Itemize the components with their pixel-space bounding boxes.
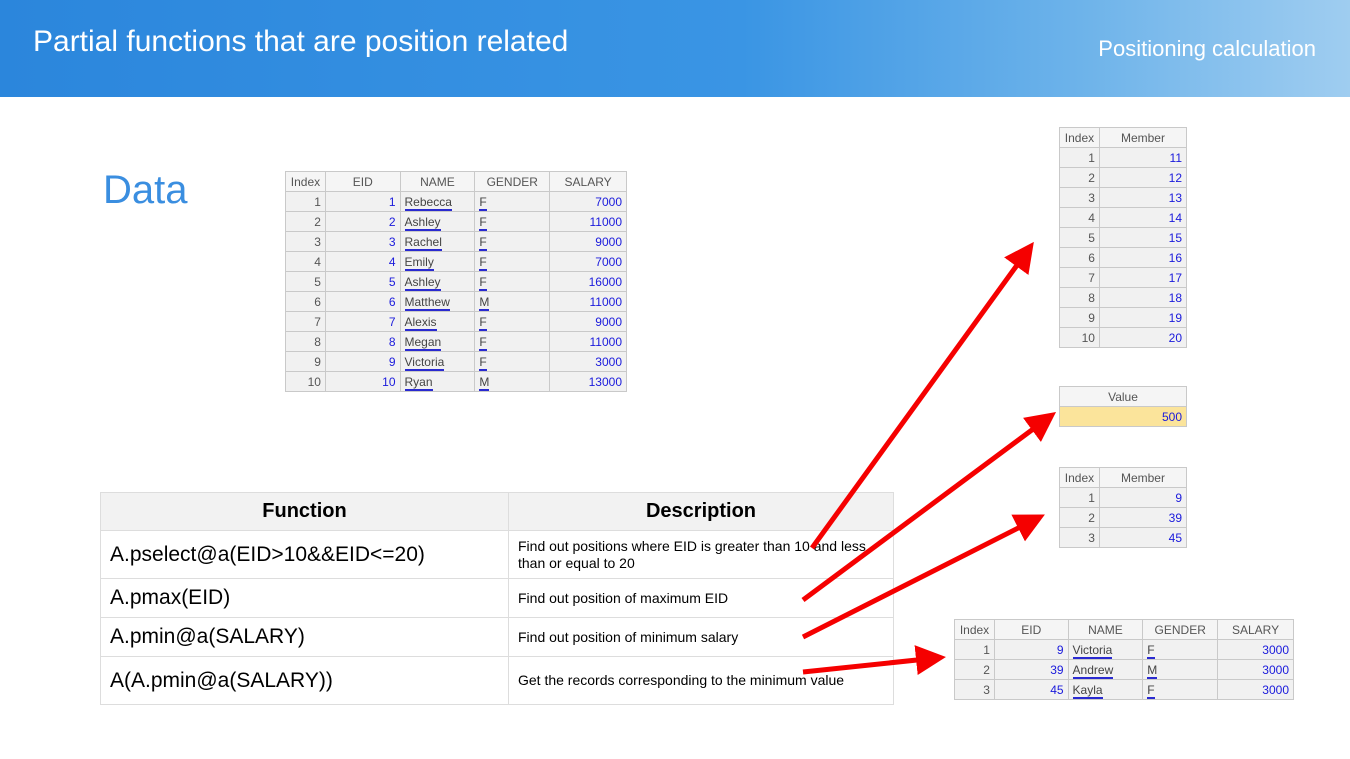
arrow-pselect bbox=[809, 241, 1034, 550]
arrow-records bbox=[802, 645, 946, 676]
arrow-pmin bbox=[801, 514, 1045, 640]
arrows-overlay bbox=[801, 241, 1057, 676]
